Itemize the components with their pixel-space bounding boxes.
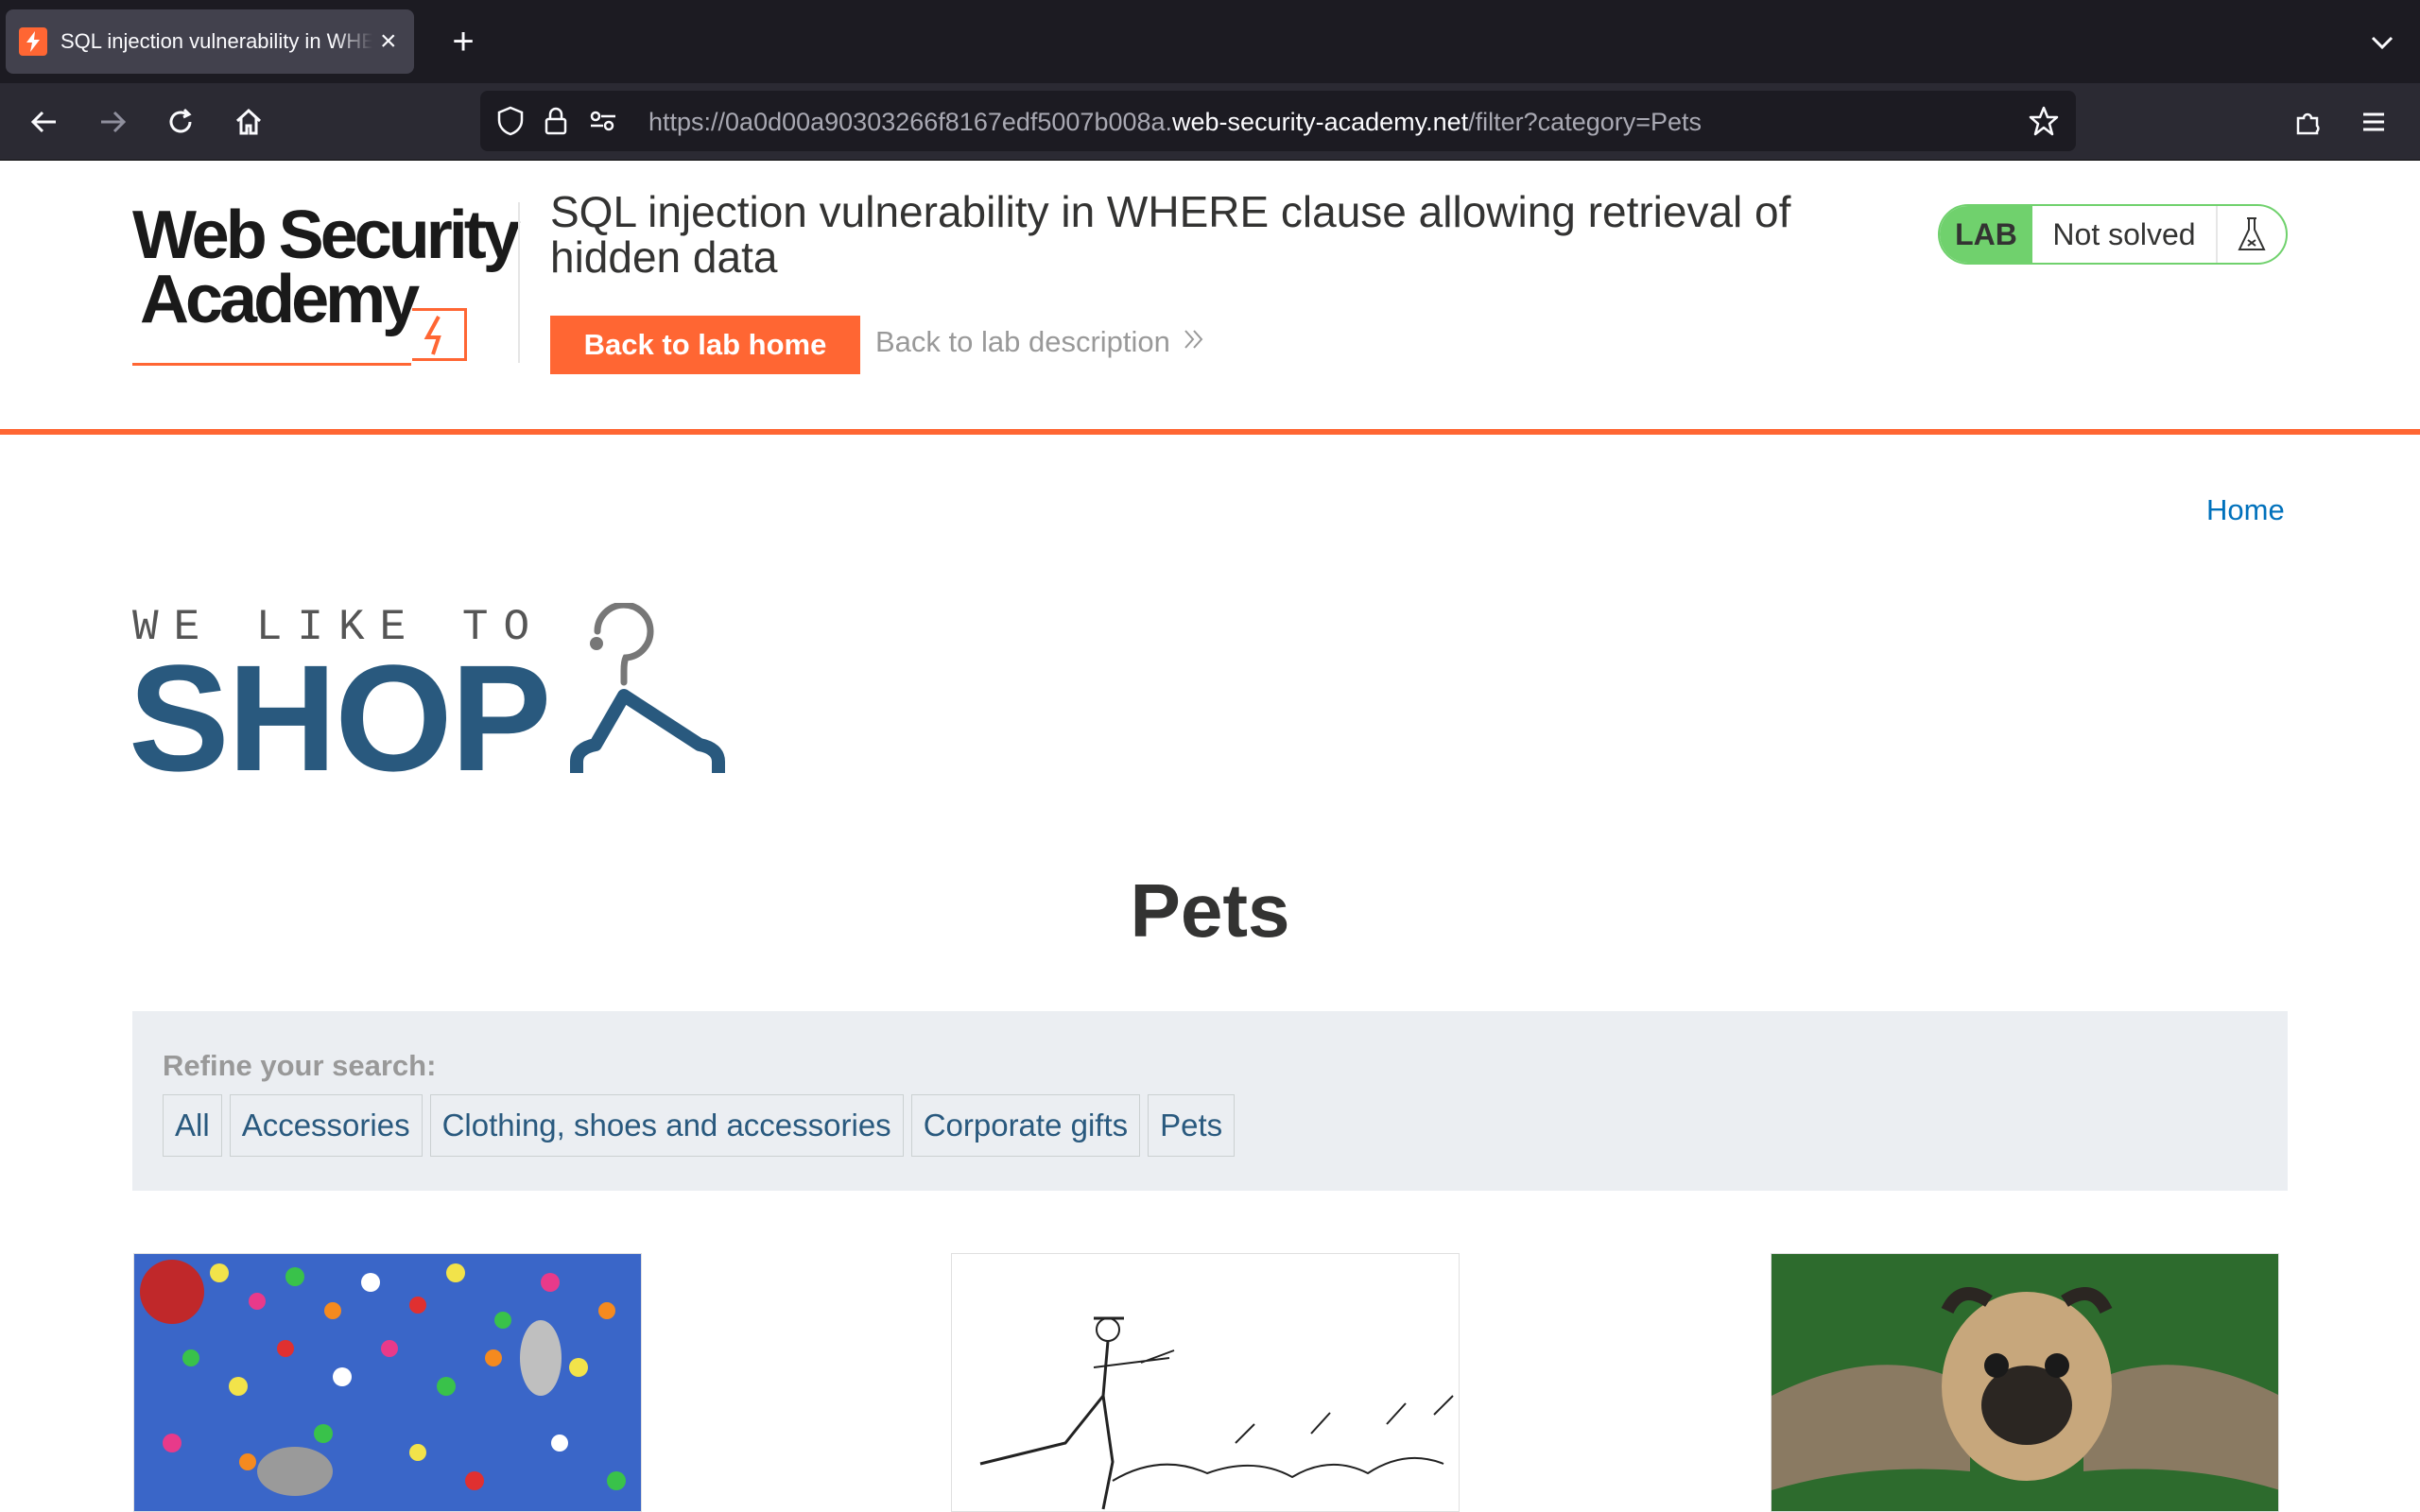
tab-title: SQL injection vulnerability in WHERE cla… xyxy=(60,29,372,54)
tab-list-chevron-icon[interactable] xyxy=(2363,25,2401,62)
extensions-icon[interactable] xyxy=(2286,100,2329,144)
url-text[interactable]: https://0a0d00a90303266f8167edf5007b008a… xyxy=(648,108,1702,137)
back-arrow-icon[interactable] xyxy=(23,100,66,144)
product-image-flying-pug[interactable] xyxy=(1771,1253,2279,1512)
lab-status-widget: LAB Not solved xyxy=(1938,204,2288,265)
permissions-icon[interactable] xyxy=(586,104,620,138)
new-tab-button[interactable]: + xyxy=(442,21,484,62)
home-icon[interactable] xyxy=(227,100,270,144)
logo-bolt-icon xyxy=(412,308,467,361)
tab-close-button[interactable]: × xyxy=(380,27,397,56)
double-chevron-right-icon xyxy=(1182,325,1206,359)
browser-tab[interactable]: SQL injection vulnerability in WHERE cla… xyxy=(6,9,414,74)
lab-status-text: Not solved xyxy=(2032,206,2218,263)
url-path: /filter?category=Pets xyxy=(1468,108,1703,136)
filter-all[interactable]: All xyxy=(163,1094,222,1157)
flask-icon xyxy=(2218,206,2286,263)
bookmark-star-icon[interactable] xyxy=(2027,104,2061,138)
filter-label: Refine your search: xyxy=(163,1049,437,1082)
menu-icon[interactable] xyxy=(2352,100,2395,144)
filter-list: All Accessories Clothing, shoes and acce… xyxy=(163,1094,1236,1157)
reload-icon[interactable] xyxy=(159,100,202,144)
category-heading: Pets xyxy=(1130,868,1290,953)
header-divider xyxy=(518,202,520,363)
logo-line2: Academy xyxy=(140,262,420,337)
browser-tab-bar: SQL injection vulnerability in WHERE cla… xyxy=(0,0,2420,83)
logo-underline xyxy=(132,363,411,366)
browser-nav-bar: https://0a0d00a90303266f8167edf5007b008a… xyxy=(0,83,2420,161)
academy-header: Web Security Academy SQL injection vulne… xyxy=(0,161,2420,435)
back-to-lab-description-label: Back to lab description xyxy=(875,325,1170,358)
web-security-academy-logo[interactable]: Web Security Academy xyxy=(132,197,521,366)
url-prefix: https://0a0d00a90303266f8167edf5007b008a… xyxy=(648,108,1173,136)
home-link[interactable]: Home xyxy=(2206,493,2285,527)
shop-logo-word: SHOP xyxy=(129,633,551,802)
url-domain: web-security-academy.net xyxy=(1172,108,1469,136)
back-to-lab-home-button[interactable]: Back to lab home xyxy=(550,316,860,374)
address-bar[interactable]: https://0a0d00a90303266f8167edf5007b008a… xyxy=(480,91,2076,151)
filter-corporate-gifts[interactable]: Corporate gifts xyxy=(910,1094,1141,1157)
filter-accessories[interactable]: Accessories xyxy=(229,1094,423,1157)
tab-favicon-icon xyxy=(19,27,47,56)
filter-panel: Refine your search: All Accessories Clot… xyxy=(132,1011,2288,1191)
lab-tag: LAB xyxy=(1940,206,2032,263)
we-like-to-shop-logo: WE LIKE TO SHOP xyxy=(129,601,794,794)
lock-icon[interactable] xyxy=(539,104,573,138)
filter-clothing-shoes-accessories[interactable]: Clothing, shoes and accessories xyxy=(429,1094,904,1157)
forward-arrow-icon[interactable] xyxy=(91,100,134,144)
hanger-icon xyxy=(567,601,794,782)
back-to-lab-description-link[interactable]: Back to lab description xyxy=(875,325,1206,359)
lab-title: SQL injection vulnerability in WHERE cla… xyxy=(550,187,1791,282)
product-image-line-drawing[interactable] xyxy=(951,1253,1460,1512)
filter-pets[interactable]: Pets xyxy=(1148,1094,1236,1157)
product-image-balloons[interactable] xyxy=(133,1253,642,1512)
shield-icon[interactable] xyxy=(493,104,527,138)
